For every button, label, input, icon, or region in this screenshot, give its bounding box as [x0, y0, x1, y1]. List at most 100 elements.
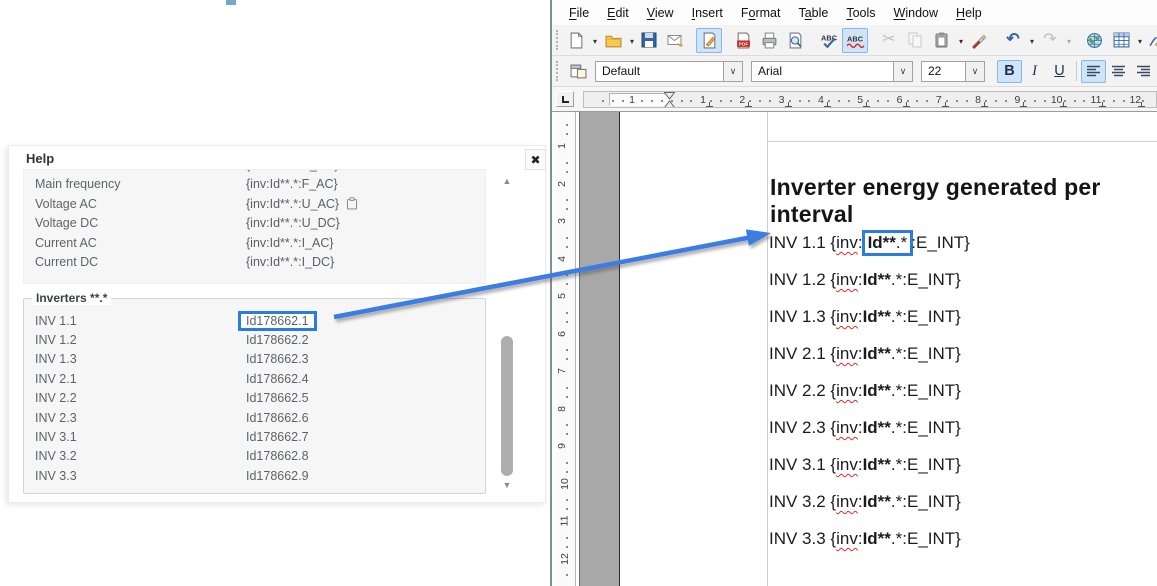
parameter-value[interactable]: {inv:Id**.*:P_AC} — [246, 169, 338, 172]
parameter-list[interactable]: Power AC{inv:Id**.*:P_AC}Main frequency{… — [23, 169, 486, 284]
highlighted-placeholder[interactable]: Id**.* — [862, 230, 914, 256]
parameter-value[interactable]: {inv:Id**.*:U_AC} — [246, 197, 358, 211]
document-line[interactable]: INV 2.2 {inv:Id**.*:E_INT} — [769, 381, 961, 401]
toolbar-edit-file[interactable] — [696, 28, 722, 53]
toolbar-cut[interactable]: ✂ — [876, 28, 902, 53]
id-value[interactable]: Id178662.4 — [246, 372, 309, 386]
menu-view[interactable]: View — [638, 3, 683, 23]
font-size-combobox[interactable]: 22 ∨ — [921, 61, 985, 82]
toolbar-save[interactable] — [636, 28, 662, 53]
ruler-tick — [566, 358, 568, 360]
menu-insert[interactable]: Insert — [683, 3, 732, 23]
align-center-button[interactable] — [1106, 60, 1131, 83]
menu-file[interactable]: File — [560, 3, 598, 23]
copy-to-clipboard-icon[interactable] — [346, 197, 358, 210]
toolbar-spelling[interactable]: ABC — [816, 28, 842, 53]
document-page[interactable]: Inverter energy generated per interval I… — [619, 112, 1157, 586]
font-name-combobox[interactable]: Arial ∨ — [751, 61, 913, 82]
ruler-tick — [566, 171, 568, 173]
line-label: INV 2.3 — [769, 418, 826, 437]
italic-button[interactable]: I — [1022, 60, 1047, 83]
paragraph-style-combobox[interactable]: Default ∨ — [595, 61, 743, 82]
toolbar-grip[interactable] — [556, 61, 561, 81]
parameter-value[interactable]: {inv:Id**.*:F_AC} — [246, 177, 338, 191]
highlighted-id-value[interactable]: Id178662.1 — [238, 311, 317, 331]
document-line[interactable]: INV 2.1 {inv:Id**.*:E_INT} — [769, 344, 961, 364]
id-value[interactable]: Id178662.7 — [246, 430, 309, 444]
toolbar-hyperlink[interactable] — [1081, 28, 1107, 53]
ruler-tick — [1103, 100, 1105, 102]
document-line[interactable]: INV 3.1 {inv:Id**.*:E_INT} — [769, 455, 961, 475]
horizontal-ruler[interactable]: 1123456789101112 — [583, 91, 1157, 108]
paragraph-style-value: Default — [596, 64, 723, 78]
document-area[interactable]: 123456789101112 Inverter energy generate… — [552, 112, 1157, 586]
toolbar-paste[interactable]: ▾ — [928, 28, 965, 53]
ruler-tick — [946, 100, 948, 102]
menu-tools[interactable]: Tools — [837, 3, 884, 23]
inverters-fieldset: Inverters **.* INV 1.1Id178662.1INV 1.2I… — [23, 298, 486, 494]
toolbar-open[interactable]: ▾ — [599, 28, 636, 53]
toolbar-export-pdf[interactable]: PDF — [730, 28, 756, 53]
toolbar-send-email[interactable] — [662, 28, 688, 53]
menu-window[interactable]: Window — [885, 3, 947, 23]
toolbar-clone-formatting[interactable] — [965, 28, 991, 53]
document-line[interactable]: INV 3.2 {inv:Id**.*:E_INT} — [769, 492, 961, 512]
tab-stop-selector[interactable] — [556, 91, 574, 107]
align-right-button[interactable] — [1131, 60, 1156, 83]
id-value[interactable]: Id178662.2 — [246, 333, 309, 347]
clipped-element-fragment — [226, 0, 236, 5]
id-value[interactable]: Id178662.6 — [246, 411, 309, 425]
indent-marker-icon[interactable] — [664, 92, 675, 108]
document-line[interactable]: INV 1.1 {inv:Id**.*:E_INT} — [769, 233, 970, 253]
id-value[interactable]: Id178662.9 — [246, 469, 309, 483]
parameter-value[interactable]: {inv:Id**.*:I_DC} — [246, 255, 334, 269]
document-line[interactable]: INV 1.3 {inv:Id**.*:E_INT} — [769, 307, 961, 327]
scrollbar-thumb[interactable] — [501, 336, 513, 476]
help-scrollbar[interactable]: ▲ ▼ — [499, 174, 515, 492]
open-folder-icon — [605, 32, 622, 49]
bold-button[interactable]: B — [997, 60, 1022, 83]
toolbar-print[interactable] — [756, 28, 782, 53]
ruler-tick — [759, 100, 761, 102]
menu-edit[interactable]: Edit — [598, 3, 638, 23]
inverters-list[interactable]: INV 1.1Id178662.1INV 1.2Id178662.2INV 1.… — [24, 311, 485, 486]
scroll-up-icon[interactable]: ▲ — [501, 176, 513, 186]
toolbar-grip[interactable] — [556, 30, 558, 50]
toolbar-draw-functions[interactable] — [1144, 28, 1157, 53]
ruler-tick — [566, 537, 568, 539]
toolbar-styles-panel[interactable] — [565, 59, 591, 84]
ruler-number: 1 — [556, 143, 568, 149]
document-line[interactable]: INV 2.3 {inv:Id**.*:E_INT} — [769, 418, 961, 438]
menu-table[interactable]: Table — [789, 3, 837, 23]
scroll-down-icon[interactable]: ▼ — [501, 480, 513, 490]
toolbar-undo[interactable]: ↶ ▾ — [999, 28, 1036, 53]
chevron-down-icon[interactable]: ∨ — [893, 62, 912, 81]
toolbar-page-preview[interactable] — [782, 28, 808, 53]
chevron-down-icon[interactable]: ∨ — [965, 62, 984, 81]
ruler-number: 9 — [556, 443, 568, 449]
document-line[interactable]: INV 1.2 {inv:Id**.*:E_INT} — [769, 270, 961, 290]
toolbar-copy[interactable] — [902, 28, 928, 53]
underline-button[interactable]: U — [1047, 60, 1072, 83]
close-icon[interactable]: ✖ — [525, 149, 546, 170]
menu-help[interactable]: Help — [947, 3, 991, 23]
toolbar-new-document[interactable]: ▾ — [562, 28, 599, 53]
chevron-down-icon[interactable]: ∨ — [723, 62, 742, 81]
toolbar-redo[interactable]: ↷ ▾ — [1036, 28, 1073, 53]
copy-icon — [907, 32, 923, 48]
styles-panel-icon — [570, 63, 587, 79]
table-icon — [1113, 32, 1130, 48]
parameter-value[interactable]: {inv:Id**.*:I_AC} — [246, 236, 334, 250]
toolbar-table[interactable]: ▾ — [1107, 28, 1144, 53]
id-value[interactable]: Id178662.5 — [246, 391, 309, 405]
toolbar-auto-spellcheck[interactable]: ABC — [842, 28, 868, 53]
vertical-ruler[interactable]: 123456789101112 — [556, 112, 576, 586]
parameter-value[interactable]: {inv:Id**.*:U_DC} — [246, 216, 340, 230]
id-value[interactable]: Id178662.8 — [246, 449, 309, 463]
redo-icon: ↷ — [1043, 32, 1056, 48]
menu-format[interactable]: Format — [732, 3, 790, 23]
id-value[interactable]: Id178662.3 — [246, 352, 309, 366]
document-line[interactable]: INV 3.3 {inv:Id**.*:E_INT} — [769, 529, 961, 549]
align-left-button[interactable] — [1081, 60, 1106, 83]
document-heading[interactable]: Inverter energy generated per interval — [770, 174, 1157, 228]
